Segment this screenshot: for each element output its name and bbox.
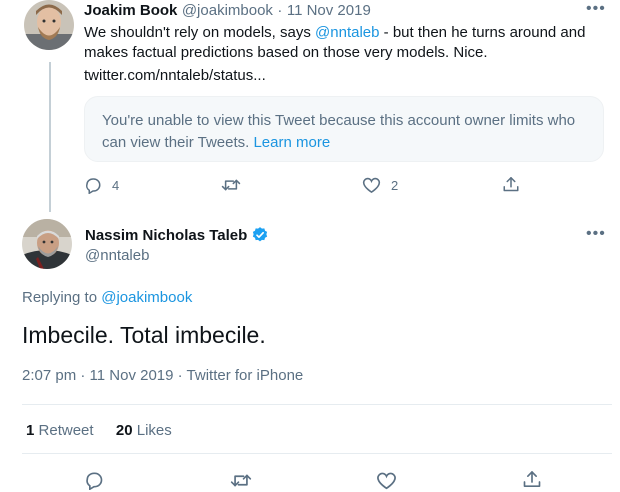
main-author-handle[interactable]: @nntaleb <box>85 247 149 264</box>
retweet-action[interactable] <box>221 176 241 194</box>
replying-prefix: Replying to <box>22 289 102 306</box>
main-tweet-text: Imbecile. Total imbecile. <box>22 322 266 348</box>
like-icon[interactable] <box>376 471 397 490</box>
likes-stat[interactable]: 20 Likes <box>116 422 172 439</box>
quoted-tweet-card[interactable]: You're unable to view this Tweet because… <box>84 96 604 162</box>
reply-action[interactable] <box>84 470 104 490</box>
tweet-date[interactable]: 11 Nov 2019 <box>287 2 371 19</box>
main-tweet-author[interactable]: Nassim Nicholas Taleb <box>85 226 269 244</box>
author-name[interactable]: Joakim Book <box>84 2 177 19</box>
likes-label: Likes <box>136 422 172 439</box>
like-count: 2 <box>391 177 399 193</box>
likes-count: 20 <box>115 422 133 439</box>
avatar-joakim[interactable] <box>24 0 74 50</box>
share-icon[interactable] <box>502 175 520 194</box>
share-icon[interactable] <box>522 469 542 490</box>
learn-more-link[interactable]: Learn more <box>253 134 330 151</box>
tweet-stats: 1 Retweet 20 Likes <box>26 422 172 439</box>
retweet-icon[interactable] <box>230 471 252 490</box>
share-action[interactable] <box>522 469 542 490</box>
reply-tweet-text: We shouldn't rely on models, says @nntal… <box>84 23 609 63</box>
author-name[interactable]: Nassim Nicholas Taleb <box>85 227 247 244</box>
notice-text: You're unable to view this Tweet because… <box>102 112 576 151</box>
reply-tweet-header: Joakim Book @joakimbook · 11 Nov 2019 <box>84 2 371 20</box>
reply-icon[interactable] <box>84 176 102 194</box>
text-before-mention: We shouldn't rely on models, says <box>84 24 316 41</box>
avatar-taleb[interactable] <box>22 219 72 269</box>
quoted-tweet-notice: You're unable to view this Tweet because… <box>102 110 597 154</box>
reply-action[interactable]: 4 <box>84 176 119 194</box>
replying-to-link[interactable]: @joakimbook <box>101 289 192 306</box>
retweet-stat[interactable]: 1 Retweet <box>26 422 94 439</box>
retweet-count: 1 <box>26 422 35 439</box>
retweet-icon[interactable] <box>221 176 241 194</box>
reply-icon[interactable] <box>84 470 104 490</box>
like-action[interactable]: 2 <box>362 176 398 194</box>
more-icon[interactable]: ••• <box>586 226 606 242</box>
separator: · <box>277 2 283 19</box>
more-icon[interactable]: ••• <box>586 1 606 17</box>
verified-badge-icon <box>251 226 269 244</box>
divider <box>22 404 612 405</box>
retweet-label: Retweet <box>38 422 94 439</box>
reply-count: 4 <box>112 177 120 193</box>
share-action[interactable] <box>502 175 520 194</box>
replying-to: Replying to @joakimbook <box>22 289 192 306</box>
mention-link[interactable]: @nntaleb <box>315 24 379 41</box>
like-action[interactable] <box>376 471 397 490</box>
divider <box>22 453 612 454</box>
author-handle[interactable]: @joakimbook <box>182 2 273 19</box>
retweet-action[interactable] <box>230 471 252 490</box>
like-icon[interactable] <box>362 176 381 194</box>
tweet-timestamp[interactable]: 2:07 pm · 11 Nov 2019 · Twitter for iPho… <box>22 367 303 384</box>
thread-line <box>49 62 51 212</box>
status-link[interactable]: twitter.com/nntaleb/status... <box>84 66 266 86</box>
